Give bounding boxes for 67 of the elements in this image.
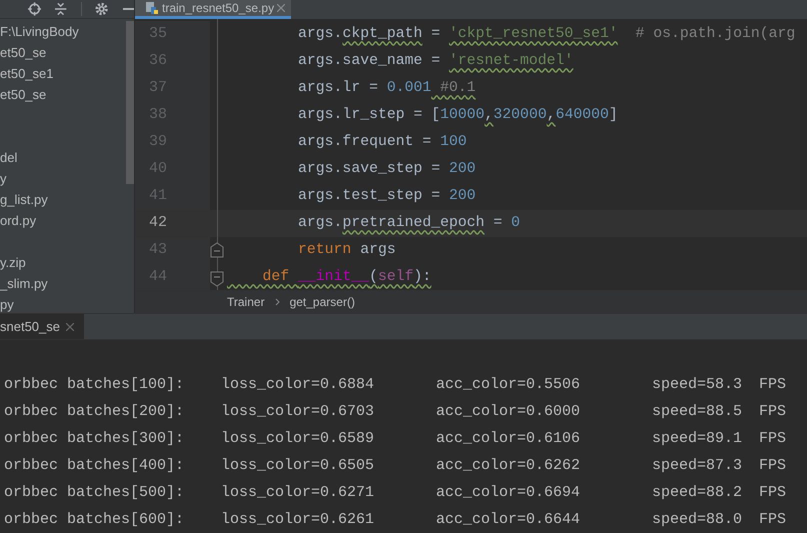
code-line: args.ckpt_path = 'ckpt_resnet50_se1' # os.path.join(arg — [297, 25, 796, 44]
console-text: FPS — [759, 430, 786, 447]
console-text: speed=89.1 — [652, 430, 742, 447]
tree-item[interactable]: y — [0, 171, 6, 186]
breadcrumb[interactable]: Trainer — [227, 293, 265, 311]
crosshair-icon[interactable] — [28, 2, 42, 16]
console-text: acc_color=0.6106 — [436, 430, 580, 447]
console-text: orbbec batches[300]: — [4, 430, 184, 447]
console-text: acc_color=0.6644 — [436, 511, 580, 528]
console-text: acc_color=0.5506 — [436, 376, 580, 393]
console-text: loss_color=0.6271 — [221, 484, 374, 501]
close-icon[interactable] — [66, 322, 74, 330]
console-text: FPS — [759, 376, 786, 393]
code-line: return args — [297, 241, 396, 260]
tree-item[interactable]: et50_se1 — [0, 66, 54, 81]
run-tab[interactable]: snet50_se — [0, 314, 84, 339]
code-line: args.save_name = 'resnet-model' — [297, 52, 574, 72]
code-line: args.test_step = 200 — [297, 187, 476, 206]
breadcrumb[interactable]: get_parser() — [290, 293, 355, 311]
console-text: FPS — [759, 457, 786, 474]
tree-item[interactable]: ord.py — [0, 213, 36, 228]
close-icon[interactable] — [277, 4, 286, 12]
console-text: acc_color=0.6000 — [436, 403, 580, 420]
console-text: speed=58.3 — [652, 376, 742, 393]
console-text: loss_color=0.6703 — [221, 403, 374, 420]
tree-item[interactable]: py — [0, 297, 14, 312]
tree-item[interactable]: _slim.py — [0, 276, 48, 291]
collapse-icon[interactable] — [55, 2, 67, 16]
fold-marker-icon[interactable] — [210, 242, 224, 258]
console-text: orbbec batches[500]: — [4, 484, 184, 501]
console-text: orbbec batches[200]: — [4, 403, 184, 420]
fold-marker-icon[interactable] — [210, 271, 224, 287]
console-text: FPS — [759, 403, 786, 420]
tree-item[interactable]: et50_se — [0, 45, 46, 60]
tree-item[interactable]: et50_se — [0, 87, 46, 102]
minimize-icon[interactable] — [122, 8, 134, 10]
scrollbar-thumb[interactable] — [126, 21, 134, 184]
chevron-icon — [274, 298, 280, 306]
console-text: orbbec batches[600]: — [4, 511, 184, 528]
console-text: acc_color=0.6694 — [436, 484, 580, 501]
console-text: orbbec batches[400]: — [4, 457, 184, 474]
code-line: args.frequent = 100 — [297, 133, 467, 152]
line-number: 42 — [149, 213, 168, 234]
python-file-icon — [145, 1, 159, 15]
code-line: args.lr = 0.001 #0.1 — [297, 79, 476, 98]
console-text: loss_color=0.6884 — [221, 376, 374, 393]
code-line: args.lr_step = [10000,320000,640000] — [297, 106, 618, 126]
console-text: acc_color=0.6262 — [436, 457, 580, 474]
code-line: def __init__(self): — [262, 268, 432, 288]
console-text: speed=88.5 — [652, 403, 742, 420]
console-text: speed=87.3 — [652, 457, 742, 474]
console-text: loss_color=0.6589 — [221, 430, 374, 447]
file-tab[interactable]: train_resnet50_se.py — [135, 0, 292, 19]
console-text: loss_color=0.6505 — [221, 457, 374, 474]
console-text: speed=88.2 — [652, 484, 742, 501]
settings-icon[interactable] — [95, 2, 109, 16]
console-text: FPS — [759, 511, 786, 528]
code-line: args.save_step = 200 — [297, 160, 476, 180]
tree-item[interactable]: F:\LivingBody — [0, 24, 79, 39]
code-line: args.pretrained_epoch = 0 — [297, 214, 520, 234]
console-text: loss_color=0.6261 — [221, 511, 374, 528]
tree-item[interactable]: del — [0, 150, 18, 165]
tree-item[interactable]: y.zip — [0, 255, 26, 270]
tree-item[interactable]: g_list.py — [0, 192, 48, 207]
console-text: FPS — [759, 484, 786, 501]
console-text: speed=88.0 — [652, 511, 742, 528]
console-text: orbbec batches[100]: — [4, 376, 184, 393]
